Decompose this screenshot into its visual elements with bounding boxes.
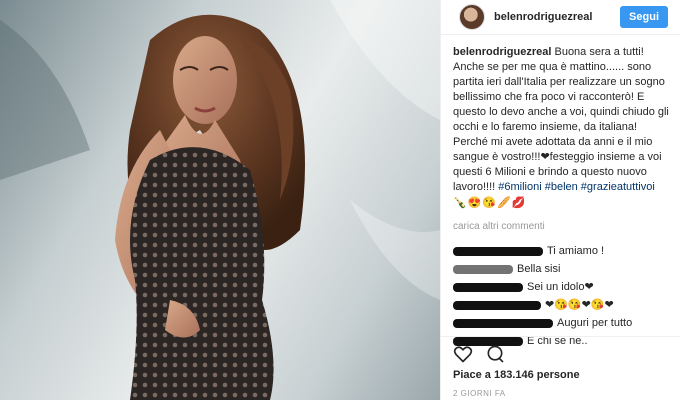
post-header: belenrodriguezreal Segui xyxy=(441,0,680,35)
comment-item: ❤😘😘❤😘❤ xyxy=(453,296,670,314)
post-timestamp: 2 GIORNI FA xyxy=(453,389,506,398)
divider xyxy=(441,336,680,337)
comment-item: Bella sisi xyxy=(453,260,670,278)
comment-text: Bella sisi xyxy=(517,262,561,275)
comment-text: Ti amiamo ! xyxy=(547,244,605,257)
comment-text: ❤😘😘❤😘❤ xyxy=(545,298,614,311)
comment-icon[interactable] xyxy=(485,344,505,369)
redacted-username xyxy=(453,318,553,328)
caption-username[interactable]: belenrodriguezreal xyxy=(453,46,551,58)
redacted-username xyxy=(453,300,541,310)
comment-item: Ti amiamo ! xyxy=(453,242,670,260)
likes-count[interactable]: Piace a 183.146 persone xyxy=(453,369,580,381)
comment-item: Auguri per tutto xyxy=(453,314,670,332)
follow-button[interactable]: Segui xyxy=(620,6,668,28)
caption-emojis: 🍾😍😘🥖💋 xyxy=(453,197,527,209)
caption-text: Buona sera a tutti! Anche se per me qua … xyxy=(453,46,669,193)
redacted-username xyxy=(453,264,513,274)
caption: belenrodriguezreal Buona sera a tutti! A… xyxy=(453,45,670,195)
post-actions xyxy=(453,344,505,369)
header-username[interactable]: belenrodriguezreal xyxy=(494,11,620,23)
caption-hashtags[interactable]: #6milioni #belen #grazieatuttivoi xyxy=(498,181,655,193)
post-photo xyxy=(0,0,440,400)
comment-item: Sei un idolo❤ xyxy=(453,278,670,296)
redacted-username xyxy=(453,246,543,256)
avatar[interactable] xyxy=(459,4,485,30)
load-more-comments[interactable]: carica altri commenti xyxy=(453,219,670,234)
post-sidebar: belenrodriguezreal Segui belenrodriguezr… xyxy=(440,0,680,400)
comment-text: Auguri per tutto xyxy=(557,316,633,329)
comment-text: Sei un idolo❤ xyxy=(527,280,594,293)
heart-icon[interactable] xyxy=(453,344,473,369)
post-body: belenrodriguezreal Buona sera a tutti! A… xyxy=(441,35,680,350)
redacted-username xyxy=(453,282,523,292)
